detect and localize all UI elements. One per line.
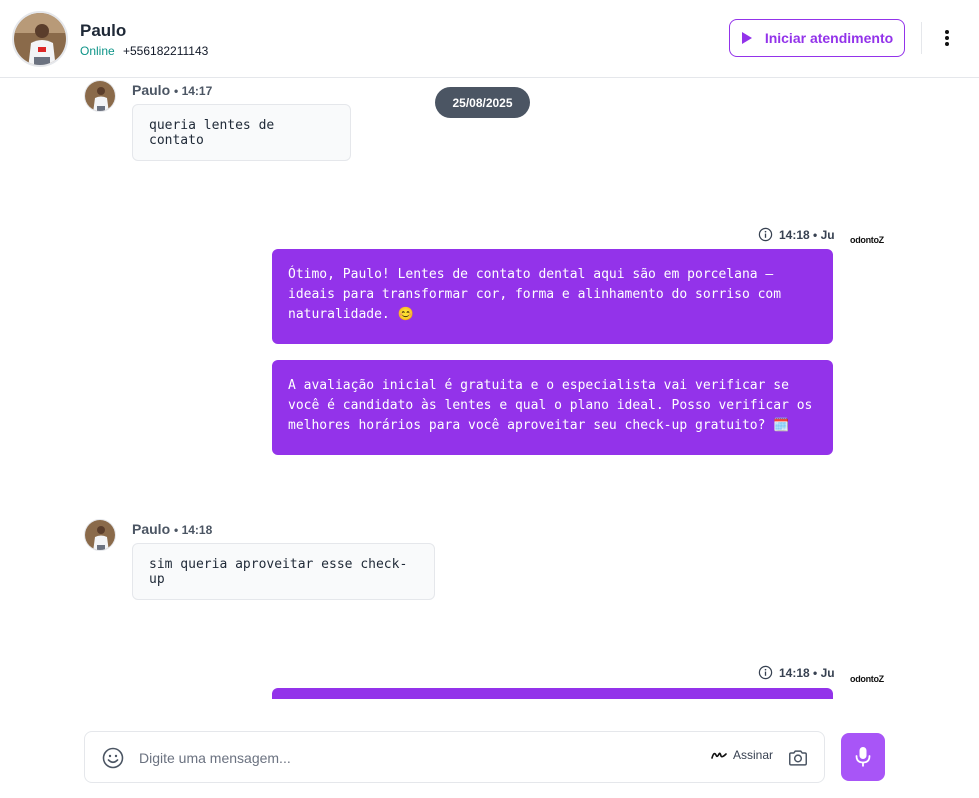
sign-button[interactable]: Assinar <box>711 748 773 762</box>
message-time: 14:18 <box>181 523 213 537</box>
message-sender: Paulo • 14:18 <box>132 521 213 537</box>
message-text: sim queria aproveitar esse check-up <box>149 556 408 587</box>
message-text: queria lentes de contato <box>149 117 275 148</box>
signature-icon <box>711 752 727 759</box>
brand-logo: odontoZ <box>850 674 884 684</box>
contact-avatar[interactable] <box>12 11 68 67</box>
message-text: Ótimo, Paulo! Lentes de contato dental a… <box>288 267 782 322</box>
start-service-label: Iniciar atendimento <box>764 30 894 46</box>
message-bubble-outgoing <box>272 688 833 699</box>
sender-avatar <box>84 519 116 551</box>
message-input[interactable] <box>139 744 699 772</box>
emoji-icon[interactable] <box>101 746 125 770</box>
contact-phone: +556182211143 <box>123 44 209 58</box>
info-icon[interactable] <box>758 227 773 242</box>
info-icon[interactable] <box>758 665 773 680</box>
header-divider <box>921 22 922 54</box>
message-bubble-incoming: queria lentes de contato <box>132 104 351 161</box>
message-time: 14:18 <box>779 227 810 242</box>
message-bubble-outgoing: A avaliação inicial é gratuita e o espec… <box>272 360 833 455</box>
sender-name: Ju <box>820 227 835 242</box>
message-text: A avaliação inicial é gratuita e o espec… <box>288 378 813 433</box>
date-separator: 25/08/2025 <box>435 87 530 118</box>
message-bubble-incoming: sim queria aproveitar esse check-up <box>132 543 435 600</box>
chat-app: Paulo Online +556182211143 Iniciar atend… <box>0 0 979 798</box>
message-meta: 14:18 • Ju <box>758 227 835 242</box>
chat-header: Paulo Online +556182211143 Iniciar atend… <box>0 0 979 78</box>
message-time: 14:18 <box>779 665 810 680</box>
sender-name: Ju <box>820 665 835 680</box>
microphone-icon <box>855 747 871 767</box>
sender-avatar <box>84 80 116 112</box>
message-time: 14:17 <box>181 84 213 98</box>
start-service-button[interactable]: Iniciar atendimento <box>729 19 905 57</box>
brand-logo: odontoZ <box>850 235 884 245</box>
camera-icon[interactable] <box>787 747 809 769</box>
message-bubble-outgoing: Ótimo, Paulo! Lentes de contato dental a… <box>272 249 833 344</box>
online-status: Online <box>80 44 115 58</box>
more-vertical-icon <box>945 30 949 46</box>
message-list[interactable]: Paulo • 14:17 queria lentes de contato 2… <box>0 78 979 699</box>
contact-name: Paulo <box>80 21 127 40</box>
more-options-button[interactable] <box>936 26 958 50</box>
microphone-button[interactable] <box>841 733 885 781</box>
play-icon <box>741 32 752 44</box>
sender-name: Paulo <box>132 521 171 537</box>
message-sender: Paulo • 14:17 <box>132 82 213 98</box>
sign-label: Assinar <box>733 748 774 762</box>
message-meta: 14:18 • Ju <box>758 665 835 680</box>
sender-name: Paulo <box>132 82 171 98</box>
message-composer: Assinar <box>84 731 825 783</box>
